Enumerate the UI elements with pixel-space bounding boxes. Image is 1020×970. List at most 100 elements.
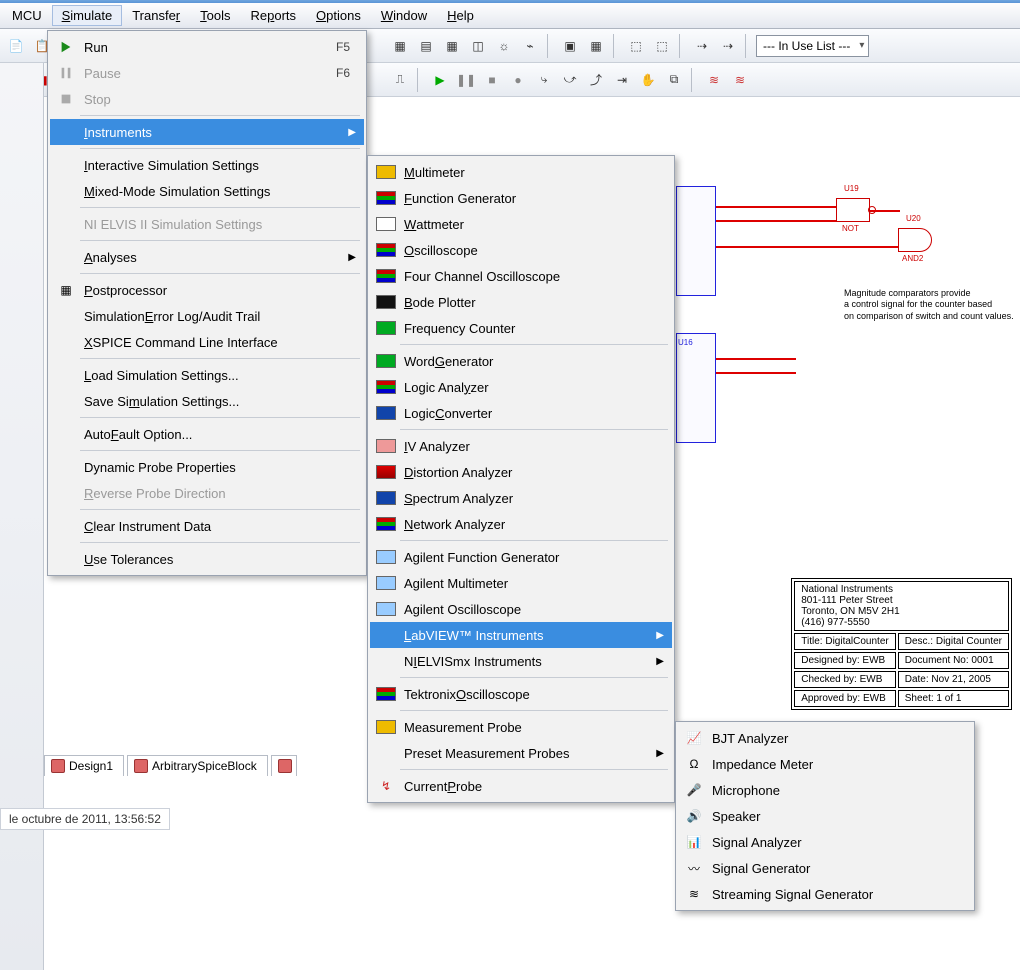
labview-dropdown: 📈BJT Analyzer ΩImpedance Meter 🎤Micropho… — [675, 721, 975, 911]
instrument-logic-converter[interactable]: Logic Converter — [370, 400, 672, 426]
part-label: U19 — [844, 184, 859, 193]
toolbar-icon[interactable]: ⇢ — [690, 34, 714, 58]
step-icon[interactable]: ⤻ — [558, 68, 582, 92]
toolbar-icon[interactable]: ▦ — [440, 34, 464, 58]
instrument-frequency-counter[interactable]: Frequency Counter — [370, 315, 672, 341]
in-use-list-dropdown[interactable]: --- In Use List --- — [756, 35, 869, 57]
instrument-four-channel-scope[interactable]: Four Channel Oscilloscope — [370, 263, 672, 289]
menubar: MCU Simulate Transfer Tools Reports Opti… — [0, 3, 1020, 29]
menu-clear-instrument-data[interactable]: Clear Instrument Data — [50, 513, 364, 539]
currentprobe-icon: ↯ — [376, 777, 396, 795]
menu-nielvis-settings[interactable]: NI ELVIS II Simulation Settings — [50, 211, 364, 237]
instrument-function-generator[interactable]: Function Generator — [370, 185, 672, 211]
menu-options[interactable]: Options — [306, 5, 371, 26]
menu-postprocessor[interactable]: ▦ Postprocessor — [50, 277, 364, 303]
menu-stop[interactable]: Stop — [50, 86, 364, 112]
menu-analyses[interactable]: Analyses▶ — [50, 244, 364, 270]
step-icon[interactable]: ⤷ — [532, 68, 556, 92]
labview-signal-analyzer[interactable]: 📊Signal Analyzer — [678, 829, 972, 855]
instrument-word-generator[interactable]: Word Generator — [370, 348, 672, 374]
labview-bjt-analyzer[interactable]: 📈BJT Analyzer — [678, 725, 972, 751]
toolbar-icon[interactable]: ⬚ — [650, 34, 674, 58]
gate-label: NOT — [842, 224, 859, 233]
instrument-agilent-funcgen[interactable]: Agilent Function Generator — [370, 544, 672, 570]
schem-note: a control signal for the counter based — [844, 299, 1014, 310]
menu-pause[interactable]: PauseF6 — [50, 60, 364, 86]
instrument-bode-plotter[interactable]: Bode Plotter — [370, 289, 672, 315]
schem-note: Magnitude comparators provide — [844, 288, 1014, 299]
labview-signal-generator[interactable]: 〰Signal Generator — [678, 855, 972, 881]
menu-reverse-probe[interactable]: Reverse Probe Direction — [50, 480, 364, 506]
wordgen-icon — [376, 352, 396, 370]
instrument-iv-analyzer[interactable]: IV Analyzer — [370, 433, 672, 459]
simulate-dropdown: RunF5 PauseF6 Stop Instruments▶ Interact… — [47, 30, 367, 576]
toolbar-icon[interactable]: ☼ — [492, 34, 516, 58]
instrument-multimeter[interactable]: Multimeter — [370, 159, 672, 185]
step-icon[interactable]: ⇥ — [610, 68, 634, 92]
postprocessor-icon: ▦ — [56, 281, 76, 299]
toolbar-icon[interactable]: ◫ — [466, 34, 490, 58]
instrument-logic-analyzer[interactable]: Logic Analyzer — [370, 374, 672, 400]
labview-speaker[interactable]: 🔊Speaker — [678, 803, 972, 829]
instrument-network-analyzer[interactable]: Network Analyzer — [370, 511, 672, 537]
instrument-wattmeter[interactable]: Wattmeter — [370, 211, 672, 237]
menu-simulate[interactable]: Simulate — [52, 5, 123, 26]
menu-tools[interactable]: Tools — [190, 5, 240, 26]
stop-icon[interactable]: ■ — [480, 68, 504, 92]
menu-help[interactable]: Help — [437, 5, 484, 26]
part-label: U20 — [906, 214, 921, 223]
toolbar-icon[interactable]: ▤ — [414, 34, 438, 58]
instrument-oscilloscope[interactable]: Oscilloscope — [370, 237, 672, 263]
tab-design1[interactable]: Design1 — [44, 755, 124, 776]
toolbar-icon[interactable]: ⇢ — [716, 34, 740, 58]
trace-icon[interactable]: ≋ — [702, 68, 726, 92]
menu-use-tolerances[interactable]: Use Tolerances — [50, 546, 364, 572]
menu-mcu[interactable]: MCU — [2, 5, 52, 26]
labview-impedance-meter[interactable]: ΩImpedance Meter — [678, 751, 972, 777]
toolbar-icon[interactable]: ▣ — [558, 34, 582, 58]
menu-window[interactable]: Window — [371, 5, 437, 26]
tool-new-icon[interactable]: 📄 — [4, 34, 28, 58]
instrument-tektronix-scope[interactable]: Tektronix Oscilloscope — [370, 681, 672, 707]
labview-streaming-generator[interactable]: ≋Streaming Signal Generator — [678, 881, 972, 907]
trace-icon[interactable]: ≋ — [728, 68, 752, 92]
instrument-distortion-analyzer[interactable]: Distortion Analyzer — [370, 459, 672, 485]
instrument-current-probe[interactable]: ↯Current Probe — [370, 773, 672, 799]
left-dock — [0, 63, 44, 970]
instrument-measurement-probe[interactable]: Measurement Probe — [370, 714, 672, 740]
toolbar-icon[interactable]: ▦ — [584, 34, 608, 58]
menu-dynamic-probe[interactable]: Dynamic Probe Properties — [50, 454, 364, 480]
instrument-preset-probes[interactable]: Preset Measurement Probes▶ — [370, 740, 672, 766]
toolbar-icon[interactable]: ▦ — [388, 34, 412, 58]
oscope-icon — [376, 241, 396, 259]
toolbar-icon[interactable]: ⌁ — [518, 34, 542, 58]
menu-interactive-settings[interactable]: Interactive Simulation Settings — [50, 152, 364, 178]
menu-run[interactable]: RunF5 — [50, 34, 364, 60]
instrument-nielvismx[interactable]: NI ELVISmx Instruments▶ — [370, 648, 672, 674]
step-icon[interactable]: ⤴ — [584, 68, 608, 92]
menu-instruments[interactable]: Instruments▶ — [50, 119, 364, 145]
instrument-agilent-multimeter[interactable]: Agilent Multimeter — [370, 570, 672, 596]
menu-mixed-mode-settings[interactable]: Mixed-Mode Simulation Settings — [50, 178, 364, 204]
run-icon[interactable]: ▶ — [428, 68, 452, 92]
menu-transfer[interactable]: Transfer — [122, 5, 190, 26]
hand-icon[interactable]: ✋ — [636, 68, 660, 92]
labview-microphone[interactable]: 🎤Microphone — [678, 777, 972, 803]
menu-reports[interactable]: Reports — [241, 5, 307, 26]
instrument-agilent-oscilloscope[interactable]: Agilent Oscilloscope — [370, 596, 672, 622]
tab-arbitrary-spice-block[interactable]: ArbitrarySpiceBlock — [127, 755, 268, 776]
menu-load-settings[interactable]: Load Simulation Settings... — [50, 362, 364, 388]
toolbar-icon[interactable]: ⬚ — [624, 34, 648, 58]
pause-icon[interactable]: ❚❚ — [454, 68, 478, 92]
menu-error-log[interactable]: Simulation Error Log/Audit Trail — [50, 303, 364, 329]
instrument-labview-instruments[interactable]: LabVIEW™ Instruments▶ — [370, 622, 672, 648]
menu-auto-fault[interactable]: Auto Fault Option... — [50, 421, 364, 447]
tool-icon[interactable]: ⧉ — [662, 68, 686, 92]
menu-xspice-cli[interactable]: XSPICE Command Line Interface — [50, 329, 364, 355]
tab-partial[interactable] — [271, 755, 297, 776]
streaming-generator-icon: ≋ — [684, 885, 704, 903]
menu-save-settings[interactable]: Save Simulation Settings... — [50, 388, 364, 414]
square-wave-icon[interactable]: ⎍ — [388, 68, 412, 92]
record-icon[interactable]: ● — [506, 68, 530, 92]
instrument-spectrum-analyzer[interactable]: Spectrum Analyzer — [370, 485, 672, 511]
